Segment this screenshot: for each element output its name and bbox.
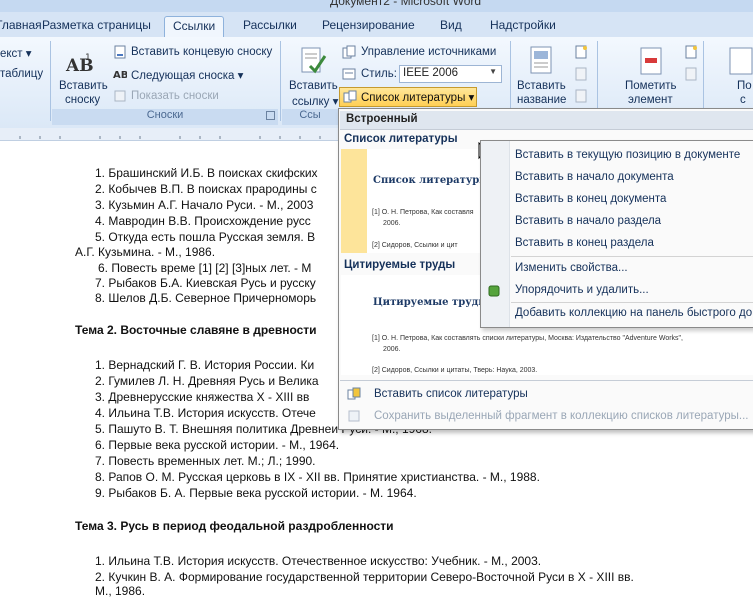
tab-view[interactable]: Вид	[440, 18, 462, 32]
doc-line: 4. Ильина Т.В. История искусств. Отече	[95, 406, 316, 420]
update-index-icon[interactable]	[684, 67, 698, 81]
citation-mark-icon	[729, 47, 753, 75]
submenu-item[interactable]: Вставить в начало документа	[515, 171, 674, 183]
preview-text: [1] О. Н. Петрова, Как составля	[372, 209, 474, 216]
tab-references[interactable]: Ссылки	[164, 16, 225, 38]
bibliography-button[interactable]: Список литературы ▾	[339, 87, 477, 107]
save-selection-item[interactable]: Сохранить выделенный фрагмент в коллекци…	[340, 407, 753, 427]
doc-line: 2. Гумилев Л. Н. Древняя Русь и Велика	[95, 374, 319, 388]
organize-icon	[488, 285, 500, 297]
insert-index-icon[interactable]	[684, 45, 698, 59]
insert-bibliography-item[interactable]: Вставить список литературы	[340, 385, 753, 405]
ribbon-tab-bar: Главная Разметка страницы Ссылки Рассылк…	[0, 12, 753, 38]
submenu-divider	[511, 256, 753, 257]
section-heading: Тема 2. Восточные славяне в древности	[75, 323, 317, 337]
bibliography-icon	[347, 387, 361, 400]
submenu-item[interactable]: Вставить в начало раздела	[515, 215, 661, 227]
submenu-item[interactable]: Упорядочить и удалить...	[515, 284, 649, 296]
style-select-value: IEEE 2006	[403, 67, 458, 79]
footnote-icon: AB 1	[65, 53, 93, 76]
dropdown-divider	[340, 380, 753, 381]
preview-heading: Список литературы	[373, 175, 490, 186]
save-selection-label: Сохранить выделенный фрагмент в коллекци…	[374, 410, 749, 422]
footnotes-group-label: Сноски	[52, 109, 278, 125]
insert-endnote-button[interactable]: Вставить концевую сноску	[131, 46, 272, 58]
window-title: Документ2 - Microsoft Word	[330, 0, 482, 8]
show-notes-button[interactable]: Показать сноски	[131, 90, 219, 102]
doc-line: 5. Откуда есть пошла Русская земля. В	[95, 230, 316, 244]
style-select[interactable]: IEEE 2006 ▼	[399, 65, 502, 83]
doc-line: 7. Повесть временных лет. М.; Л.; 1990.	[95, 454, 316, 468]
doc-line: М., 1986.	[95, 584, 146, 598]
insert-location-submenu: Вставить в текущую позицию в документе В…	[480, 140, 753, 328]
svg-text:1: 1	[85, 53, 91, 63]
submenu-item[interactable]: Вставить в конец раздела	[515, 237, 654, 249]
cross-reference-icon[interactable]	[574, 89, 588, 103]
submenu-item[interactable]: Изменить свойства...	[515, 262, 628, 274]
dialog-launcher-icon[interactable]	[266, 111, 275, 120]
style-label: Стиль:	[361, 68, 397, 80]
toc-button-partial[interactable]: екст ▾	[0, 46, 32, 60]
endnote-icon	[114, 45, 126, 59]
submenu-divider	[511, 302, 753, 303]
update-table-icon[interactable]	[574, 67, 588, 81]
tab-review[interactable]: Рецензирование	[322, 18, 415, 32]
citations-group-label: Ссы	[282, 109, 338, 125]
svg-text:AB: AB	[113, 70, 127, 81]
doc-line: 7. Рыбаков Б.А. Киевская Русь и русску	[95, 276, 316, 290]
mark-citation-partial-2[interactable]: с	[740, 94, 746, 106]
preview-text: 2006.	[383, 346, 401, 353]
doc-line: 1. Вернадский Г. В. История России. Ки	[95, 358, 315, 372]
preview-text: 2006.	[383, 220, 401, 227]
doc-line: 1. Ильина Т.В. История искусств. Отечест…	[95, 554, 542, 568]
show-notes-icon	[114, 90, 126, 102]
bibliography-label: Список литературы ▾	[361, 92, 475, 104]
doc-line: 4. Мавродин В.В. Происхождение русс	[95, 214, 311, 228]
chevron-down-icon: ▼	[489, 67, 497, 76]
doc-line: 6. Повесть време [1] [2] [3]ных лет. - М	[98, 261, 312, 275]
bibliography-icon	[343, 90, 357, 103]
style-icon	[342, 68, 356, 80]
tab-page-layout[interactable]: Разметка страницы	[42, 18, 151, 32]
submenu-item[interactable]: Вставить в конец документа	[515, 193, 666, 205]
next-footnote-button[interactable]: Следующая сноска ▾	[131, 68, 243, 82]
manage-sources-icon	[342, 45, 356, 59]
citation-icon	[301, 47, 327, 74]
doc-line: 9. Рыбаков Б. А. Первые века русской ист…	[95, 486, 417, 500]
doc-line: 3. Кузьмин А.Г. Начало Руси. - М., 2003	[95, 198, 314, 212]
gallery-item-title: Список литературы	[344, 133, 458, 145]
gallery-item-title: Цитируемые труды	[344, 259, 456, 271]
update-table-partial[interactable]: таблицу	[0, 68, 43, 80]
insert-table-of-figures-icon[interactable]	[574, 45, 588, 59]
submenu-item[interactable]: Добавить коллекцию на панель быстрого до	[515, 307, 752, 319]
title-bar: Документ2 - Microsoft Word	[0, 0, 753, 12]
tab-home[interactable]: Главная	[0, 18, 42, 32]
preview-text: [1] О. Н. Петрова, Как составлять списки…	[372, 335, 683, 342]
preview-text: [2] Сидоров, Ссылки и цит	[372, 242, 458, 249]
caption-icon	[530, 46, 552, 74]
doc-line: 1. Брашинский И.Б. В поисках скифских	[95, 166, 318, 180]
submenu-item[interactable]: Вставить в текущую позицию в документе	[515, 149, 740, 161]
doc-line: 6. Первые века русской истории. - М., 19…	[95, 438, 340, 452]
preview-text: [2] Сидоров, Ссылки и цитаты, Тверь: Нау…	[372, 367, 538, 374]
insert-bibliography-label: Вставить список литературы	[374, 388, 528, 400]
doc-line: 2. Кобычев В.П. В поисках прародины с	[95, 182, 317, 196]
next-footnote-icon: AB	[113, 70, 127, 81]
tab-addins[interactable]: Надстройки	[490, 18, 556, 32]
doc-line: 2. Кучкин В. А. Формирование государстве…	[95, 570, 634, 584]
preview-heading: Цитируемые труды	[373, 297, 489, 308]
doc-line: 8. Шелов Д.Б. Северное Причерноморь	[95, 291, 317, 305]
doc-line: 8. Рапов О. М. Русская церковь в IX - XI…	[95, 470, 540, 484]
mark-entry-icon	[640, 47, 662, 75]
save-selection-icon	[348, 410, 360, 422]
doc-line: 3. Древнерусские княжества X - XIII вв	[95, 390, 310, 404]
section-heading: Тема 3. Русь в период феодальной раздроб…	[75, 519, 394, 533]
manage-sources-button[interactable]: Управление источниками	[361, 46, 496, 58]
dropdown-section-header: Встроенный	[340, 111, 753, 130]
mark-citation-partial-1[interactable]: По	[737, 80, 752, 92]
tab-mailings[interactable]: Рассылки	[243, 18, 297, 32]
doc-line: А.Г. Кузьмина. - М., 1986.	[75, 245, 216, 259]
